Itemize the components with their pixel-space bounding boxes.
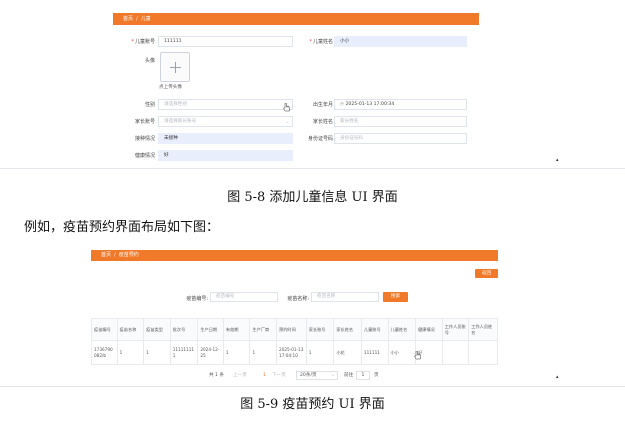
column-header: 家长姓名 (333, 318, 362, 341)
hand-cursor-icon (283, 103, 290, 112)
column-header: 儿童姓名 (387, 318, 417, 341)
back-to-top-icon[interactable]: ▴ (556, 374, 559, 380)
pagination-prev[interactable]: 上一页 (233, 371, 247, 380)
screenshot-bottom-border (0, 168, 625, 169)
table-cell (441, 340, 470, 365)
column-header: 生产厂商 (249, 318, 278, 341)
vaccine-appointment-screenshot: 首页 / 疫苗预约 返回 疫苗编号: 疫苗编号 疫苗名称: 疫苗名称 搜索 ▴ (0, 240, 625, 388)
breadcrumb-separator: / (136, 16, 138, 22)
gender-label: 性别 (144, 102, 155, 108)
column-header: 疫苗名称 (116, 318, 145, 341)
figure-caption-5-8: 图 5-8 添加儿童信息 UI 界面 (227, 190, 398, 205)
table-cell: 2024-12-25 (197, 340, 224, 365)
table-cell: 1 (305, 340, 335, 365)
id-card-input[interactable]: 身份证号码 (334, 133, 467, 144)
goto-suffix: 页 (374, 373, 379, 378)
breadcrumb-home[interactable]: 首页 (101, 252, 111, 258)
table-row[interactable]: 1736790082/b 1 1 111111111 2024-12-25 1 1 2025-… (91, 340, 498, 365)
vaccine-id-search-label: 疫苗编号: (186, 296, 208, 302)
table-cell: 1 (222, 340, 251, 365)
breadcrumb: 首页 / 儿童 (113, 13, 479, 25)
table-cell: 1 (116, 340, 145, 365)
parent-name-label: 家长姓名 (312, 119, 333, 125)
table-cell: 1 (143, 340, 171, 365)
table-cell: 2025-01-13 17:04:10 (276, 340, 307, 365)
column-header: 健康情况 (415, 318, 443, 341)
screenshot-bottom-border (0, 386, 625, 387)
pagination-next[interactable]: 下一页 (272, 371, 286, 380)
appointment-table: 疫苗编号 疫苗名称 疫苗类型 批次号 生产日期 有效期 生产厂商 预约时间 家长账号 家长姓名 儿童… (91, 318, 498, 365)
child-id-label: *儿童账号 (131, 39, 155, 45)
vaccine-name-search-label: 疫苗名称: (287, 296, 309, 302)
vaccine-id-search-input[interactable]: 疫苗编号 (210, 292, 278, 302)
vaccination-input[interactable]: 未接种 (158, 133, 293, 144)
table-cell (468, 340, 498, 365)
column-header: 疫苗类型 (143, 318, 171, 341)
table-cell: 1736790082/b (91, 340, 118, 365)
breadcrumb: 首页 / 疫苗预约 (91, 250, 498, 261)
hand-cursor-icon (414, 351, 421, 360)
back-to-top-icon[interactable]: ▴ (556, 157, 559, 163)
table-cell: 小小 (387, 340, 417, 365)
child-id-input[interactable]: 111111 (158, 36, 293, 47)
column-header: 预约时间 (276, 318, 307, 341)
goto-label: 前往 (344, 373, 354, 378)
column-header: 工作人员账号 (441, 318, 470, 341)
pagination-total: 共 1 条 (209, 373, 225, 378)
child-name-input[interactable]: 小小 (334, 36, 467, 47)
column-header: 疫苗编号 (91, 318, 118, 341)
chevron-down-icon: ⌄ (285, 119, 289, 124)
parent-name-input[interactable]: 家长姓名 (334, 116, 467, 127)
search-button[interactable]: 搜索 (383, 292, 408, 302)
table-cell: 小花 (333, 340, 362, 365)
avatar-upload-button[interactable] (160, 52, 190, 82)
column-header: 有效期 (222, 318, 251, 341)
table-header-row: 疫苗编号 疫苗名称 疫苗类型 批次号 生产日期 有效期 生产厂商 预约时间 家长账号 家长姓名 儿童… (91, 318, 498, 341)
table-cell: 111111 (360, 340, 389, 365)
vaccine-name-search-input[interactable]: 疫苗名称 (311, 292, 379, 302)
birthday-label: 出生年月 (312, 102, 333, 108)
body-paragraph: 例如，疫苗预约界面布局如下图： (24, 220, 220, 235)
figure-caption-5-9: 图 5-9 疫苗预约 UI 界面 (240, 397, 385, 412)
required-mark: * (309, 39, 312, 45)
breadcrumb-current: 疫苗预约 (118, 252, 139, 258)
chevron-down-icon: ⌄ (331, 373, 335, 378)
pagination-current-page[interactable]: 1 (263, 371, 266, 380)
required-mark: * (131, 39, 134, 45)
return-button[interactable]: 返回 (475, 269, 498, 278)
table-cell: 1 (249, 340, 278, 365)
table-cell: 111111111 (169, 340, 199, 365)
breadcrumb-separator: / (114, 252, 116, 258)
column-header: 生产日期 (197, 318, 224, 341)
vaccination-label: 接种情况 (134, 136, 155, 142)
id-card-label: 身份证号码 (307, 136, 333, 142)
column-header: 家长账号 (305, 318, 335, 341)
avatar-upload-text: 点上传头像 (159, 85, 182, 90)
parent-id-label: 家长账号 (134, 119, 155, 125)
add-child-screenshot: 首页 / 儿童 *儿童账号 111111 *儿童姓名 小小 头像 点上传头像 性别 … (0, 0, 625, 170)
health-input[interactable]: 好 (158, 150, 293, 161)
child-name-label: *儿童姓名 (309, 39, 333, 45)
birthday-picker[interactable]: ◷ 2025-01-13 17:00:34 (334, 99, 467, 110)
parent-id-select[interactable]: 请选择家长账号 ⌄ (158, 116, 293, 127)
page-size-select[interactable]: 20条/页 ⌄ (296, 371, 338, 380)
avatar-label: 头像 (144, 58, 155, 64)
column-header: 工作人员姓名 (468, 318, 498, 341)
column-header: 儿童账号 (360, 318, 389, 341)
breadcrumb-home[interactable]: 首页 (123, 16, 133, 22)
gender-select[interactable]: 请选择性别 (158, 99, 293, 110)
column-header: 批次号 (169, 318, 199, 341)
breadcrumb-current: 儿童 (140, 16, 151, 22)
health-label: 健康情况 (134, 153, 155, 159)
goto-page-input[interactable]: 1 (356, 371, 370, 380)
